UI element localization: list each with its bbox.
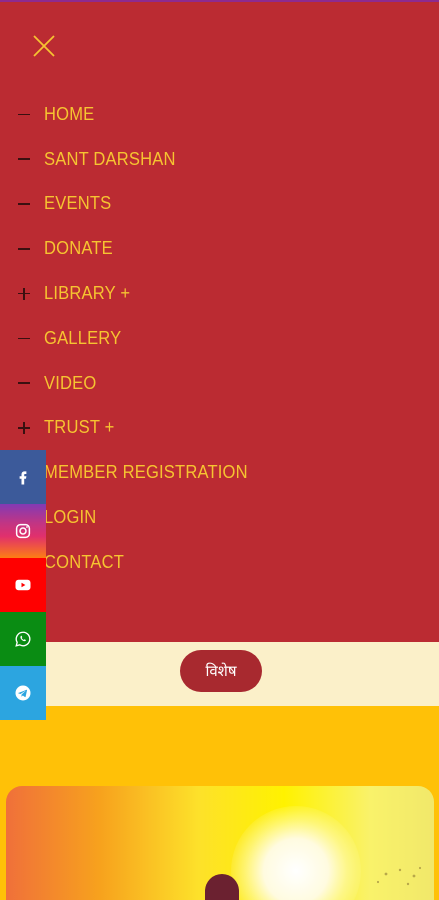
menu-item-label: CONTACT <box>44 551 125 572</box>
figure-silhouette <box>205 874 239 900</box>
youtube-button[interactable] <box>0 558 46 612</box>
sparkle-dots <box>376 866 422 886</box>
menu-item-home[interactable]: HOME <box>0 92 439 137</box>
mobile-nav-menu: HOME SANT DARSHAN EVENTS DONATE LIBRARY … <box>0 2 439 642</box>
menu-item-label: LOGIN <box>44 507 97 528</box>
facebook-button[interactable] <box>0 450 46 504</box>
whatsapp-icon <box>15 631 31 647</box>
menu-item-label: DONATE <box>44 238 113 259</box>
whatsapp-button[interactable] <box>0 612 46 666</box>
menu-item-member-registration[interactable]: MEMBER REGISTRATION <box>0 450 439 495</box>
menu-item-sant-darshan[interactable]: SANT DARSHAN <box>0 137 439 182</box>
minus-icon <box>16 196 32 212</box>
sun-glow <box>231 806 361 900</box>
menu-item-label: EVENTS <box>44 193 112 214</box>
minus-icon <box>16 106 32 122</box>
vishesh-button[interactable]: विशेष <box>180 650 262 692</box>
menu-item-label: GALLERY <box>44 327 122 348</box>
vishesh-strip: विशेष <box>0 642 439 706</box>
minus-icon <box>16 375 32 391</box>
telegram-icon <box>15 685 31 701</box>
menu-item-label: HOME <box>44 103 95 124</box>
minus-icon <box>16 330 32 346</box>
menu-item-donate[interactable]: DONATE <box>0 226 439 271</box>
menu-list: HOME SANT DARSHAN EVENTS DONATE LIBRARY … <box>0 92 439 585</box>
telegram-button[interactable] <box>0 666 46 720</box>
menu-item-label: SANT DARSHAN <box>44 148 176 169</box>
menu-item-library[interactable]: LIBRARY + <box>0 271 439 316</box>
menu-item-gallery[interactable]: GALLERY <box>0 316 439 361</box>
menu-item-label: TRUST + <box>44 417 115 438</box>
facebook-icon <box>19 471 27 485</box>
close-icon <box>33 35 55 57</box>
instagram-icon <box>15 523 31 539</box>
instagram-button[interactable] <box>0 504 46 558</box>
minus-icon <box>16 151 32 167</box>
minus-icon <box>16 241 32 257</box>
menu-item-label: LIBRARY + <box>44 283 131 304</box>
hero-banner-image <box>6 786 434 900</box>
plus-icon <box>16 286 32 302</box>
social-share-bar <box>0 450 46 720</box>
menu-item-video[interactable]: VIDEO <box>0 361 439 406</box>
menu-item-trust[interactable]: TRUST + <box>0 406 439 451</box>
menu-item-events[interactable]: EVENTS <box>0 182 439 227</box>
menu-item-login[interactable]: LOGIN <box>0 495 439 540</box>
menu-item-label: MEMBER REGISTRATION <box>44 462 248 483</box>
youtube-icon <box>15 579 31 591</box>
close-menu-button[interactable] <box>30 32 58 60</box>
plus-icon <box>16 420 32 436</box>
menu-item-contact[interactable]: CONTACT <box>0 540 439 585</box>
menu-item-label: VIDEO <box>44 372 97 393</box>
